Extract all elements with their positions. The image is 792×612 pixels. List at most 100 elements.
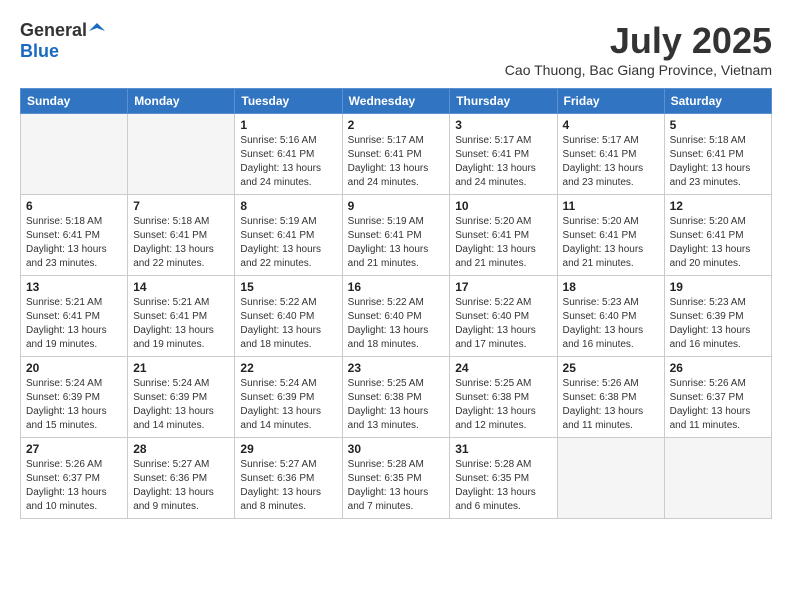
- day-info: Sunrise: 5:28 AM Sunset: 6:35 PM Dayligh…: [455, 458, 551, 514]
- day-number: 28: [133, 442, 229, 456]
- day-number: 4: [563, 118, 659, 132]
- day-info: Sunrise: 5:18 AM Sunset: 6:41 PM Dayligh…: [133, 215, 229, 271]
- day-number: 26: [670, 361, 766, 375]
- day-info: Sunrise: 5:20 AM Sunset: 6:41 PM Dayligh…: [455, 215, 551, 271]
- calendar-cell: 27 Sunrise: 5:26 AM Sunset: 6:37 PM Dayli…: [21, 438, 128, 519]
- day-info: Sunrise: 5:19 AM Sunset: 6:41 PM Dayligh…: [348, 215, 445, 271]
- day-info: Sunrise: 5:21 AM Sunset: 6:41 PM Dayligh…: [133, 296, 229, 352]
- week-row-2: 6 Sunrise: 5:18 AM Sunset: 6:41 PM Daylig…: [21, 195, 772, 276]
- calendar-cell: 1Sunrise: 5:16 AM Sunset: 6:41 PM Daylig…: [235, 114, 342, 195]
- calendar-cell: 2Sunrise: 5:17 AM Sunset: 6:41 PM Daylig…: [342, 114, 450, 195]
- calendar-cell: 25 Sunrise: 5:26 AM Sunset: 6:38 PM Dayli…: [557, 357, 664, 438]
- calendar-cell: 7 Sunrise: 5:18 AM Sunset: 6:41 PM Daylig…: [128, 195, 235, 276]
- calendar-cell: 9 Sunrise: 5:19 AM Sunset: 6:41 PM Daylig…: [342, 195, 450, 276]
- calendar-cell: [21, 114, 128, 195]
- day-number: 6: [26, 199, 122, 213]
- calendar-cell: 10 Sunrise: 5:20 AM Sunset: 6:41 PM Dayli…: [450, 195, 557, 276]
- day-number: 12: [670, 199, 766, 213]
- calendar-cell: 21 Sunrise: 5:24 AM Sunset: 6:39 PM Dayli…: [128, 357, 235, 438]
- day-number: 22: [240, 361, 336, 375]
- calendar-cell: [664, 438, 771, 519]
- day-header-wednesday: Wednesday: [342, 89, 450, 114]
- day-number: 23: [348, 361, 445, 375]
- day-number: 11: [563, 199, 659, 213]
- day-number: 20: [26, 361, 122, 375]
- day-number: 17: [455, 280, 551, 294]
- day-info: Sunrise: 5:25 AM Sunset: 6:38 PM Dayligh…: [348, 377, 445, 433]
- calendar-cell: 26 Sunrise: 5:26 AM Sunset: 6:37 PM Dayli…: [664, 357, 771, 438]
- day-number: 3: [455, 118, 551, 132]
- day-number: 25: [563, 361, 659, 375]
- day-info: Sunrise: 5:17 AM Sunset: 6:41 PM Dayligh…: [348, 134, 445, 190]
- day-number: 16: [348, 280, 445, 294]
- day-number: 8: [240, 199, 336, 213]
- day-info: Sunrise: 5:22 AM Sunset: 6:40 PM Dayligh…: [348, 296, 445, 352]
- week-row-5: 27 Sunrise: 5:26 AM Sunset: 6:37 PM Dayli…: [21, 438, 772, 519]
- calendar-cell: 18 Sunrise: 5:23 AM Sunset: 6:40 PM Dayli…: [557, 276, 664, 357]
- calendar-cell: 15Sunrise: 5:22 AM Sunset: 6:40 PM Dayli…: [235, 276, 342, 357]
- day-info: Sunrise: 5:26 AM Sunset: 6:38 PM Dayligh…: [563, 377, 659, 433]
- day-info: Sunrise: 5:17 AM Sunset: 6:41 PM Dayligh…: [563, 134, 659, 190]
- day-number: 9: [348, 199, 445, 213]
- logo-bird-icon: [89, 21, 105, 37]
- day-info: Sunrise: 5:23 AM Sunset: 6:39 PM Dayligh…: [670, 296, 766, 352]
- day-info: Sunrise: 5:28 AM Sunset: 6:35 PM Dayligh…: [348, 458, 445, 514]
- day-number: 10: [455, 199, 551, 213]
- calendar-cell: [557, 438, 664, 519]
- header: General Blue July 2025 Cao Thuong, Bac G…: [20, 20, 772, 78]
- day-number: 27: [26, 442, 122, 456]
- day-number: 7: [133, 199, 229, 213]
- day-info: Sunrise: 5:24 AM Sunset: 6:39 PM Dayligh…: [133, 377, 229, 433]
- day-info: Sunrise: 5:17 AM Sunset: 6:41 PM Dayligh…: [455, 134, 551, 190]
- calendar-cell: 31Sunrise: 5:28 AM Sunset: 6:35 PM Dayli…: [450, 438, 557, 519]
- calendar-cell: 30 Sunrise: 5:28 AM Sunset: 6:35 PM Dayli…: [342, 438, 450, 519]
- calendar-cell: 14 Sunrise: 5:21 AM Sunset: 6:41 PM Dayli…: [128, 276, 235, 357]
- calendar-cell: 5 Sunrise: 5:18 AM Sunset: 6:41 PM Daylig…: [664, 114, 771, 195]
- day-info: Sunrise: 5:21 AM Sunset: 6:41 PM Dayligh…: [26, 296, 122, 352]
- calendar-cell: 17 Sunrise: 5:22 AM Sunset: 6:40 PM Dayli…: [450, 276, 557, 357]
- day-info: Sunrise: 5:20 AM Sunset: 6:41 PM Dayligh…: [563, 215, 659, 271]
- day-number: 29: [240, 442, 336, 456]
- day-info: Sunrise: 5:26 AM Sunset: 6:37 PM Dayligh…: [670, 377, 766, 433]
- day-number: 19: [670, 280, 766, 294]
- day-number: 13: [26, 280, 122, 294]
- calendar-cell: 19 Sunrise: 5:23 AM Sunset: 6:39 PM Dayli…: [664, 276, 771, 357]
- day-header-thursday: Thursday: [450, 89, 557, 114]
- day-number: 14: [133, 280, 229, 294]
- week-row-3: 13 Sunrise: 5:21 AM Sunset: 6:41 PM Dayli…: [21, 276, 772, 357]
- title-area: July 2025 Cao Thuong, Bac Giang Province…: [505, 20, 772, 78]
- day-header-sunday: Sunday: [21, 89, 128, 114]
- day-header-tuesday: Tuesday: [235, 89, 342, 114]
- calendar-cell: 8 Sunrise: 5:19 AM Sunset: 6:41 PM Daylig…: [235, 195, 342, 276]
- day-header-saturday: Saturday: [664, 89, 771, 114]
- calendar-cell: 6Sunrise: 5:18 AM Sunset: 6:41 PM Daylig…: [21, 195, 128, 276]
- month-title: July 2025: [505, 20, 772, 62]
- day-number: 24: [455, 361, 551, 375]
- day-number: 30: [348, 442, 445, 456]
- day-info: Sunrise: 5:25 AM Sunset: 6:38 PM Dayligh…: [455, 377, 551, 433]
- calendar-cell: 29Sunrise: 5:27 AM Sunset: 6:36 PM Dayli…: [235, 438, 342, 519]
- day-number: 18: [563, 280, 659, 294]
- calendar-header-row: SundayMondayTuesdayWednesdayThursdayFrid…: [21, 89, 772, 114]
- day-number: 21: [133, 361, 229, 375]
- day-info: Sunrise: 5:18 AM Sunset: 6:41 PM Dayligh…: [670, 134, 766, 190]
- week-row-4: 20 Sunrise: 5:24 AM Sunset: 6:39 PM Dayli…: [21, 357, 772, 438]
- location-title: Cao Thuong, Bac Giang Province, Vietnam: [505, 62, 772, 78]
- day-info: Sunrise: 5:22 AM Sunset: 6:40 PM Dayligh…: [455, 296, 551, 352]
- logo: General Blue: [20, 20, 105, 62]
- day-header-monday: Monday: [128, 89, 235, 114]
- calendar-table: SundayMondayTuesdayWednesdayThursdayFrid…: [20, 88, 772, 519]
- calendar-cell: 24 Sunrise: 5:25 AM Sunset: 6:38 PM Dayli…: [450, 357, 557, 438]
- calendar-cell: 4 Sunrise: 5:17 AM Sunset: 6:41 PM Daylig…: [557, 114, 664, 195]
- day-info: Sunrise: 5:26 AM Sunset: 6:37 PM Dayligh…: [26, 458, 122, 514]
- day-info: Sunrise: 5:16 AM Sunset: 6:41 PM Dayligh…: [240, 134, 336, 190]
- day-info: Sunrise: 5:19 AM Sunset: 6:41 PM Dayligh…: [240, 215, 336, 271]
- calendar-cell: 16 Sunrise: 5:22 AM Sunset: 6:40 PM Dayli…: [342, 276, 450, 357]
- day-number: 5: [670, 118, 766, 132]
- day-info: Sunrise: 5:20 AM Sunset: 6:41 PM Dayligh…: [670, 215, 766, 271]
- day-info: Sunrise: 5:27 AM Sunset: 6:36 PM Dayligh…: [133, 458, 229, 514]
- calendar-cell: 22Sunrise: 5:24 AM Sunset: 6:39 PM Dayli…: [235, 357, 342, 438]
- day-info: Sunrise: 5:22 AM Sunset: 6:40 PM Dayligh…: [240, 296, 336, 352]
- calendar-cell: 28 Sunrise: 5:27 AM Sunset: 6:36 PM Dayli…: [128, 438, 235, 519]
- day-info: Sunrise: 5:23 AM Sunset: 6:40 PM Dayligh…: [563, 296, 659, 352]
